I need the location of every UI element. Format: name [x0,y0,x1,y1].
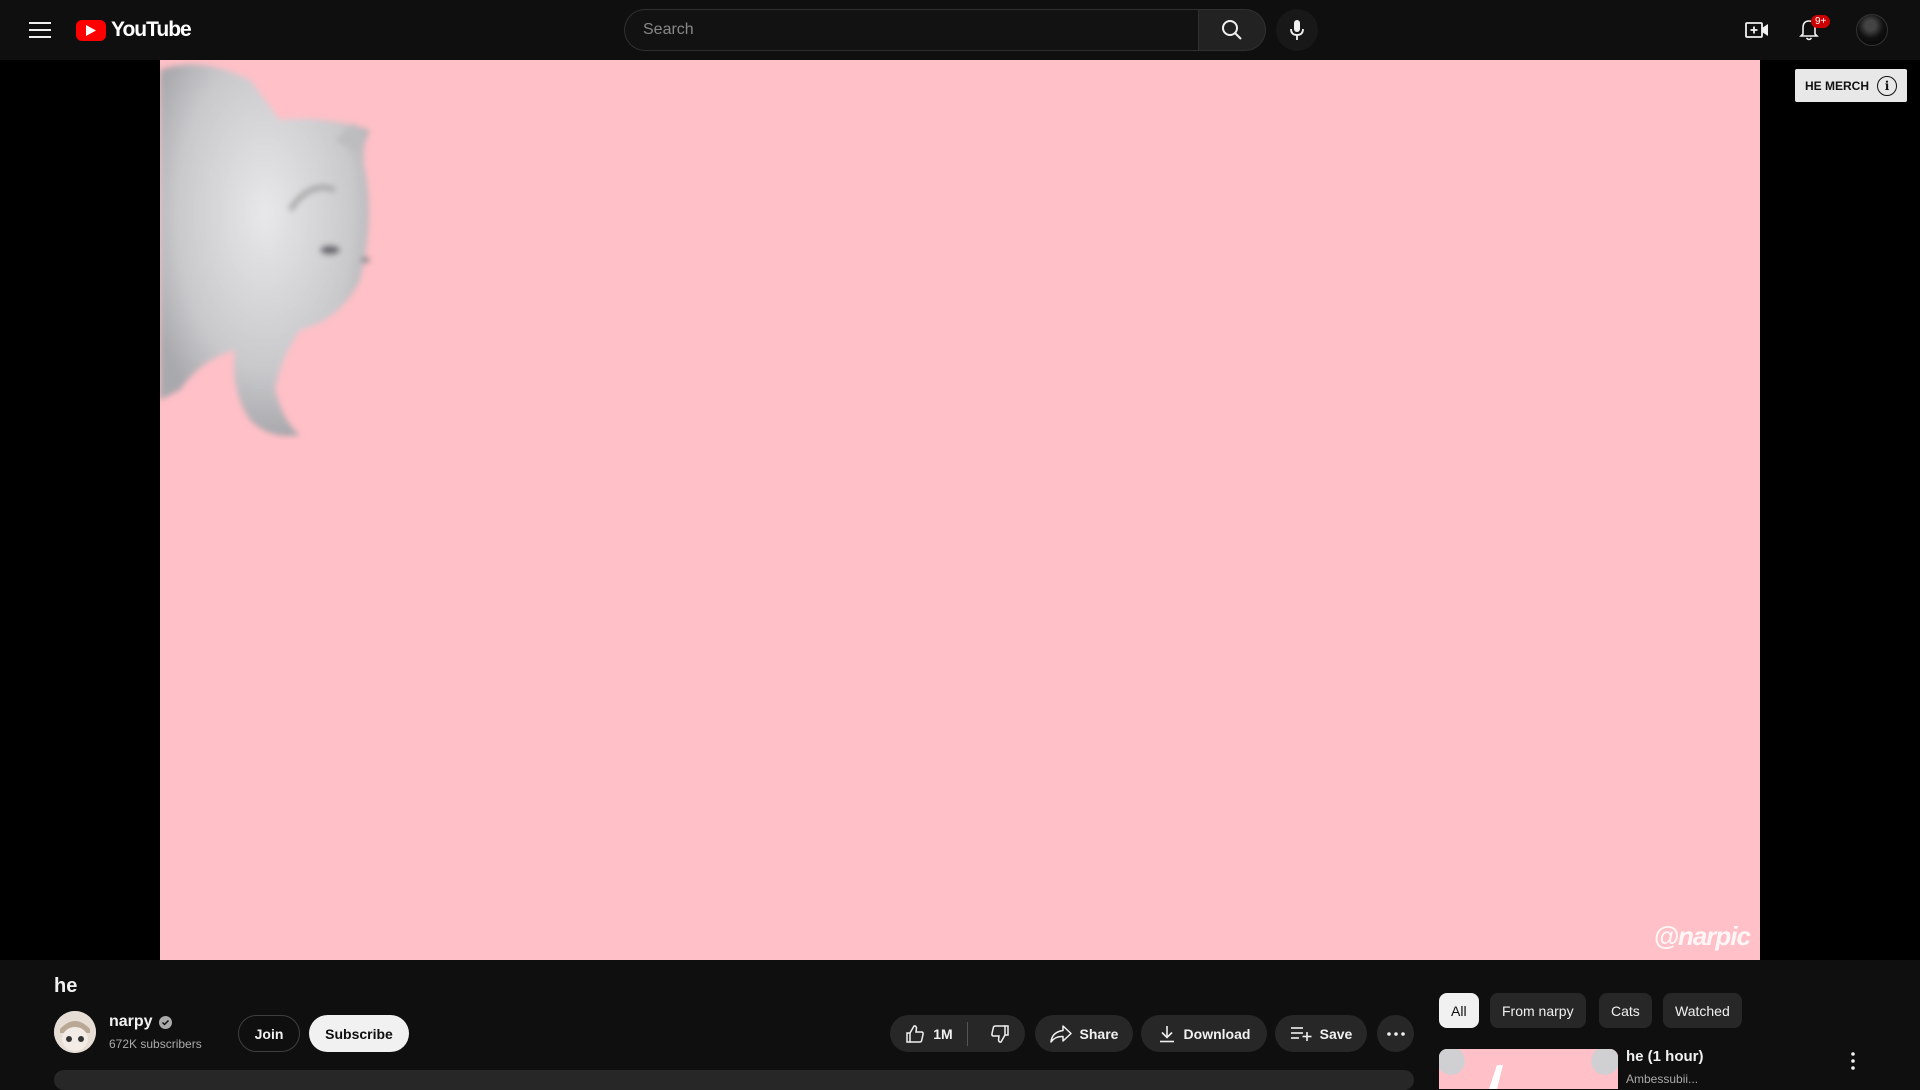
more-vertical-icon [1851,1052,1855,1070]
download-button[interactable]: Download [1141,1015,1267,1052]
like-dislike-group: 1M [890,1015,1025,1052]
chip-from-channel[interactable]: From narpy [1490,993,1586,1028]
search-icon [1222,20,1242,40]
info-icon: i [1877,75,1898,96]
video-title: he [54,975,78,997]
recommendation-thumbnail[interactable] [1439,1049,1618,1089]
more-actions-button[interactable] [1377,1015,1414,1052]
description-box[interactable] [54,1070,1414,1090]
menu-button[interactable] [20,10,60,50]
subscriber-count: 672K subscribers [109,1037,202,1051]
thumbs-down-icon [990,1024,1009,1043]
notifications-button[interactable]: 9+ [1789,10,1831,50]
youtube-logo[interactable]: YouTube [76,18,192,42]
hamburger-menu-icon [29,22,51,38]
video-player[interactable]: @narpic [160,60,1760,960]
create-button[interactable] [1737,10,1777,50]
chip-all[interactable]: All [1439,993,1479,1028]
download-icon [1159,1025,1174,1042]
account-avatar[interactable] [1856,14,1888,46]
chip-watched[interactable]: Watched [1663,993,1742,1028]
channel-watermark: @narpic [1653,921,1751,951]
cat-image [160,64,370,436]
save-button[interactable]: Save [1275,1015,1367,1052]
verified-check-icon [158,1015,172,1029]
download-label: Download [1183,1025,1251,1042]
chip-cats[interactable]: Cats [1599,993,1652,1028]
create-video-icon [1745,22,1768,38]
channel-name[interactable]: narpy [109,1013,172,1031]
recommendation-channel: Ambessubii... [1626,1072,1699,1086]
share-label: Share [1079,1025,1119,1042]
share-icon [1049,1024,1072,1043]
notification-badge: 9+ [1811,15,1831,28]
search-bar [624,9,1266,51]
thumbs-up-icon [906,1024,925,1043]
like-button[interactable]: 1M [893,1021,968,1046]
channel-avatar[interactable] [54,1011,96,1053]
dislike-button[interactable] [976,1024,1022,1044]
merch-card-button[interactable]: HE MERCH i [1795,69,1907,102]
microphone-icon [1290,20,1304,40]
more-horizontal-icon [1386,1031,1405,1036]
channel-name-text: narpy [109,1013,153,1030]
playlist-add-icon [1290,1026,1312,1041]
search-button[interactable] [1198,9,1266,51]
recommendation-title[interactable]: he (1 hour) [1626,1048,1704,1065]
save-label: Save [1319,1025,1353,1042]
logo-text: YouTube [111,18,192,41]
channel-avatar-image [54,1011,96,1053]
top-bar: YouTube 9+ [0,0,1920,60]
thumbnail-image [1439,1049,1618,1089]
search-input[interactable] [624,9,1198,51]
merch-label: HE MERCH [1805,78,1870,93]
subscribe-button[interactable]: Subscribe [309,1015,409,1052]
join-button[interactable]: Join [238,1015,300,1052]
like-count: 1M [933,1025,953,1042]
voice-search-button[interactable] [1276,9,1318,51]
share-button[interactable]: Share [1035,1015,1133,1052]
youtube-play-icon [76,19,106,41]
recommendation-menu-button[interactable] [1843,1049,1863,1073]
